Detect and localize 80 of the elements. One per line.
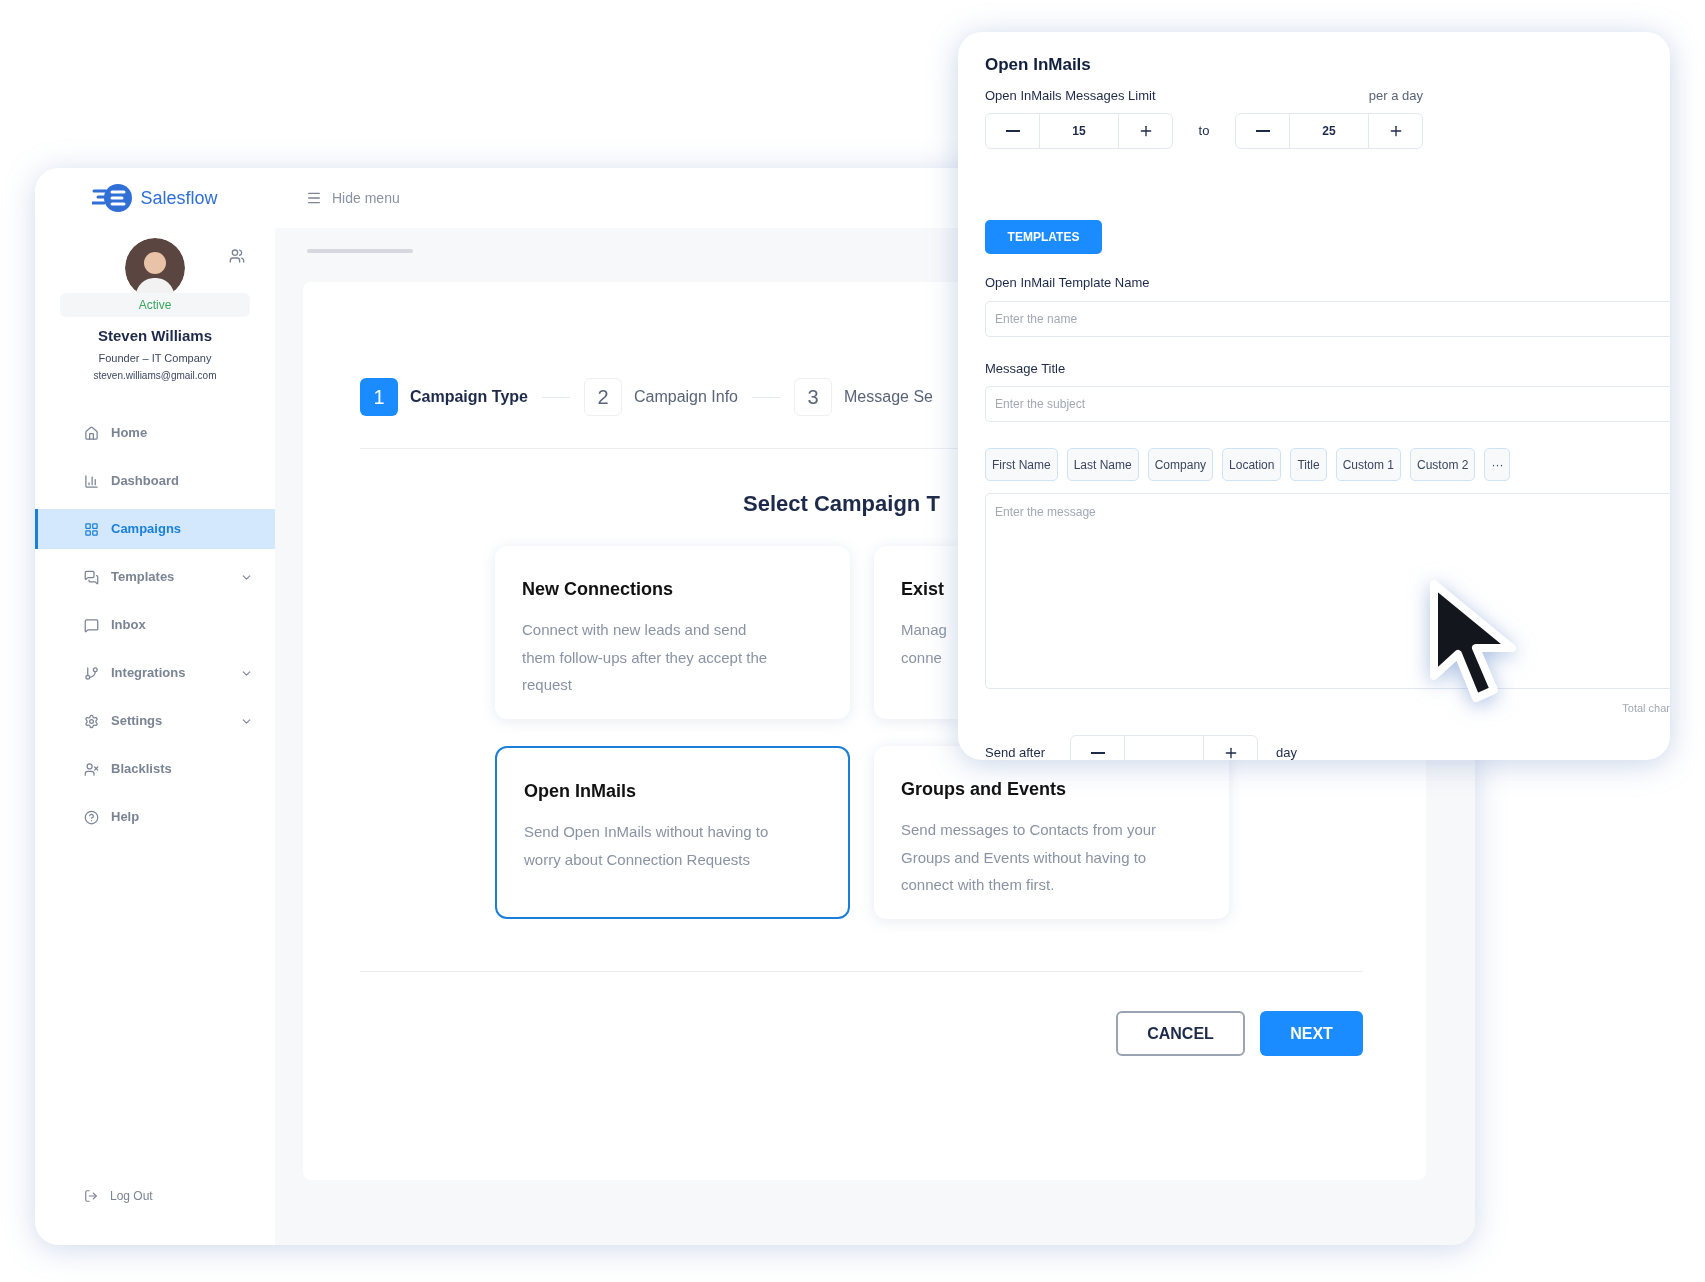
variable-chip[interactable]: First Name	[985, 448, 1058, 481]
variable-chip[interactable]: Location	[1222, 448, 1282, 481]
campaign-type-card[interactable]: Exist Manag conne	[874, 546, 958, 719]
minus-icon	[1005, 130, 1020, 132]
wizard-step[interactable]: 2 Campaign Info	[583, 378, 738, 416]
card-description: Groups and Events without having to	[901, 847, 1148, 868]
user-block-icon	[84, 761, 99, 777]
template-name-field[interactable]: Enter the name	[985, 300, 1670, 337]
campaign-type-card[interactable]: New Connections Connect with new leads and send them follow-ups after they accept the request	[495, 546, 850, 719]
home-icon	[84, 425, 99, 441]
field-label: Send after	[985, 743, 1046, 760]
range-separator: to	[1197, 122, 1211, 141]
step-number: 2	[583, 378, 622, 416]
wizard-step[interactable]: 1 Campaign Type	[360, 378, 528, 416]
user-email: steven.williams@gmail.com	[93, 369, 217, 383]
help-icon	[84, 809, 99, 825]
nav-item[interactable]: Templates	[35, 557, 275, 597]
cancel-button[interactable]: CANCEL	[1116, 1011, 1245, 1056]
stepper-value: 25	[1321, 123, 1337, 140]
nav-item[interactable]: Blacklists	[35, 749, 275, 789]
unit-label: per a day	[1368, 86, 1423, 105]
status-badge: Active	[60, 293, 250, 317]
field-label: Open InMail Template Name	[985, 274, 1151, 292]
chat-bubble-icon	[84, 617, 99, 633]
card-title: Exist	[901, 578, 946, 601]
wizard-step[interactable]: 3 Message Se	[794, 378, 933, 416]
variable-chip[interactable]: Custom 2	[1410, 448, 1476, 481]
variable-chip[interactable]: Company	[1147, 448, 1214, 481]
card-description: connect with them first.	[901, 875, 1056, 895]
campaign-type-card[interactable]: Open InMails Send Open InMails without having to worry about Connection Requests	[495, 746, 850, 919]
logout-link[interactable]: Log Out	[35, 1187, 275, 1205]
step-number: 3	[794, 378, 832, 416]
card-title: New Connections	[522, 578, 674, 601]
step-label: Message Se	[844, 387, 933, 407]
section-heading: Select Campaign T	[743, 490, 940, 518]
brand-name: Salesflow	[140, 186, 218, 210]
logout-icon	[84, 1189, 98, 1203]
message-field[interactable]: Enter the message	[985, 493, 1670, 689]
card-description: Send messages to Contacts from your	[901, 820, 1158, 840]
card-title: Open InMails	[524, 780, 638, 803]
menu-icon[interactable]	[306, 190, 322, 206]
user-name: Steven Williams	[97, 326, 213, 346]
card-description: conne	[901, 647, 943, 668]
bar-chart-icon	[84, 473, 99, 489]
card-description: Send Open InMails without having to	[524, 822, 770, 842]
card-description: request	[522, 675, 574, 695]
variable-chip[interactable]: Custom 1	[1335, 448, 1402, 481]
branch-icon	[84, 665, 99, 681]
variable-chip[interactable]: Title	[1290, 448, 1327, 481]
nav-item[interactable]: Settings	[35, 701, 275, 741]
nav-item[interactable]: Inbox	[35, 605, 275, 645]
switch-user-icon[interactable]	[229, 248, 245, 264]
card-description: worry about Connection Requests	[524, 849, 751, 870]
card-description: Connect with new leads and send	[522, 620, 748, 640]
step-label: Campaign Type	[410, 387, 528, 407]
nav-item[interactable]: Help	[35, 797, 275, 837]
field-label: Open InMails Messages Limit	[985, 86, 1156, 105]
nav-item[interactable]: Dashboard	[35, 461, 275, 501]
variable-chip[interactable]: ···	[1484, 448, 1511, 481]
card-title: Groups and Events	[901, 778, 1068, 801]
user-role: Founder – IT Company	[98, 350, 212, 366]
variable-chip[interactable]: Last Name	[1066, 448, 1139, 481]
panel-title: Open InMails	[985, 54, 1092, 76]
minus-icon	[1090, 751, 1105, 754]
step-label: Campaign Info	[633, 387, 738, 407]
minus-icon	[1255, 130, 1270, 132]
nav-item[interactable]: Home	[35, 413, 275, 453]
settings-icon	[84, 713, 99, 729]
unit-label: day	[1276, 743, 1297, 760]
grid-icon	[84, 521, 99, 537]
nav-item[interactable]: Integrations	[35, 653, 275, 693]
message-title-field[interactable]: Enter the subject	[985, 386, 1670, 422]
card-description: Manag	[901, 620, 948, 640]
stepper-value: 15	[1071, 123, 1087, 140]
character-counter: Total char	[1622, 701, 1670, 716]
logo-icon	[92, 183, 135, 213]
chat-bubbles-icon	[84, 569, 99, 585]
card-description: them follow-ups after they accept the	[522, 647, 769, 668]
field-label: Message Title	[985, 359, 1067, 378]
step-number: 1	[360, 378, 398, 416]
